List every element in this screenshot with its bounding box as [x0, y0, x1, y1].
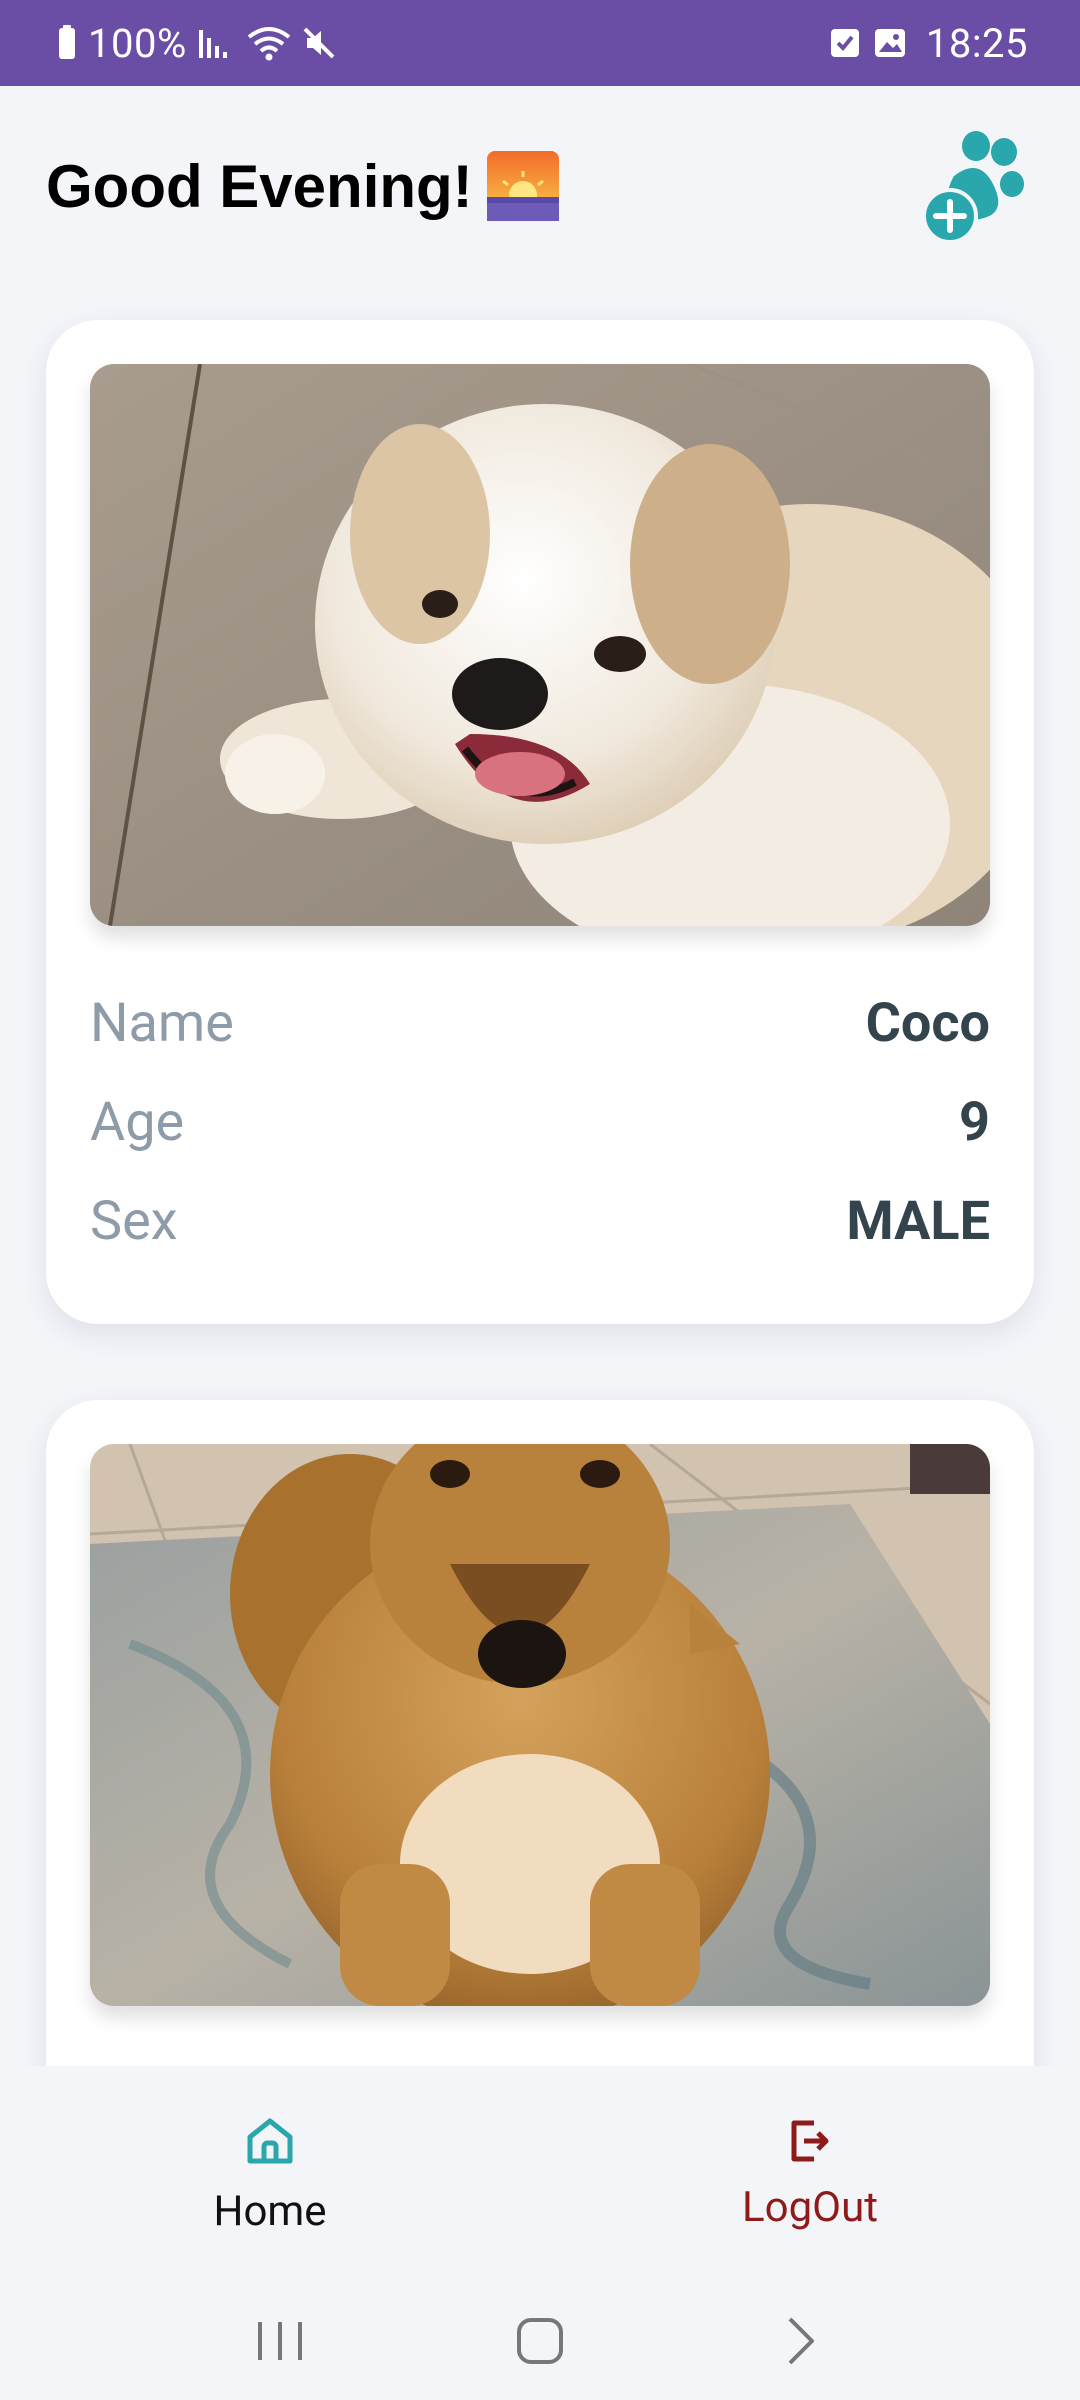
signal-icon	[197, 26, 237, 60]
wifi-icon	[247, 25, 291, 61]
info-row-age: Age 9	[90, 1073, 990, 1172]
bottom-nav: Home LogOut	[0, 2066, 1080, 2282]
mute-icon	[301, 25, 337, 61]
nav-home-tab[interactable]: Home	[0, 2066, 540, 2282]
status-right: 18:25	[828, 20, 1028, 67]
add-pet-button[interactable]	[914, 126, 1034, 246]
image-notification-icon	[872, 26, 908, 60]
system-nav-bar	[0, 2282, 1080, 2400]
info-label: Age	[90, 1091, 185, 1154]
info-value: 9	[959, 1091, 990, 1154]
home-icon	[242, 2113, 298, 2173]
pet-photo	[90, 1444, 990, 2006]
pet-card[interactable]: Name Coco Age 9 Sex MALE	[46, 320, 1034, 1324]
clock: 18:25	[925, 19, 1028, 67]
nav-home-label: Home	[213, 2186, 327, 2236]
paw-plus-icon	[922, 131, 1024, 244]
tan-dog-on-rug-photo	[90, 1444, 990, 2006]
circle-home-icon[interactable]	[500, 2301, 580, 2381]
chevron-right-icon[interactable]	[760, 2301, 840, 2381]
info-value: MALE	[846, 1190, 990, 1253]
info-row-sex: Sex MALE	[90, 1172, 990, 1271]
info-row-name: Name Coco	[90, 974, 990, 1073]
pet-photo	[90, 364, 990, 926]
nav-logout-label: LogOut	[742, 2182, 878, 2232]
info-label: Sex	[90, 1190, 178, 1253]
greeting: Good Evening!	[46, 151, 559, 221]
white-shih-tzu-photo	[90, 364, 990, 926]
battery-icon	[56, 25, 78, 61]
nav-logout-tab[interactable]: LogOut	[540, 2066, 1080, 2282]
status-left: 100%	[56, 20, 337, 67]
checkbox-notification-icon	[828, 26, 862, 60]
greeting-text: Good Evening!	[46, 152, 473, 220]
logout-icon	[786, 2117, 834, 2169]
info-label: Name	[90, 992, 234, 1055]
header: Good Evening!	[0, 86, 1080, 286]
pet-info: Name Coco Age 9 Sex MALE	[90, 974, 990, 1271]
recents-icon[interactable]	[240, 2301, 320, 2381]
info-value: Coco	[865, 992, 990, 1055]
status-bar: 100% 18:25	[0, 0, 1080, 86]
sunrise-icon	[486, 151, 559, 221]
screen: 100% 18:25 Good Evening! Name Coco Age 9…	[0, 0, 1080, 2400]
battery-percent: 100%	[88, 19, 187, 67]
